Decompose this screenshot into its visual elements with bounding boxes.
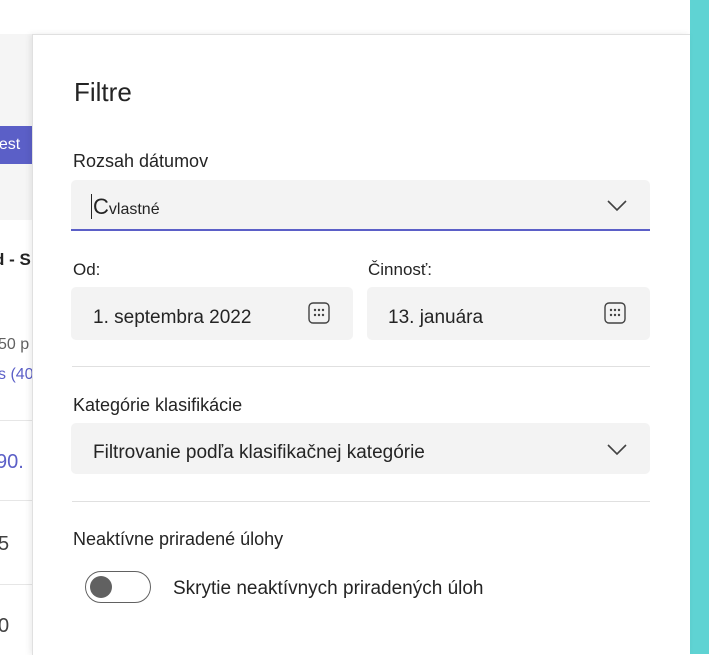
background-card: 0 — [0, 584, 32, 654]
background-card-text: 50 p — [0, 336, 30, 353]
divider — [72, 501, 650, 502]
from-date-picker[interactable]: 1. septembra 2022 — [71, 287, 353, 340]
background-card: d - S 50 p s (40 — [0, 220, 32, 420]
calendar-icon[interactable] — [308, 302, 330, 324]
category-placeholder: Filtrovanie podľa klasifikačnej kategóri… — [93, 442, 425, 463]
filters-panel: Filtre Rozsah dátumov Cvlastné Od: Činno… — [32, 34, 690, 655]
teal-side-bar — [690, 0, 709, 654]
background-header — [0, 0, 690, 35]
hide-inactive-toggle[interactable] — [85, 571, 151, 603]
background-content: nest d - S 50 p s (40 90. 5 0 — [0, 34, 32, 654]
date-range-label: Rozsah dátumov — [73, 151, 209, 171]
from-label: Od: — [73, 260, 101, 279]
category-dropdown[interactable]: Filtrovanie podľa klasifikačnej kategóri… — [71, 423, 650, 474]
from-date-value: 1. septembra 2022 — [93, 307, 252, 328]
category-label: Kategórie klasifikácie — [73, 395, 243, 415]
to-date-picker[interactable]: 13. januára — [367, 287, 650, 340]
date-range-value: Cvlastné — [91, 194, 160, 220]
background-button[interactable]: nest — [0, 126, 32, 164]
hide-inactive-toggle-label: Skrytie neaktívnych priradených úloh — [173, 578, 484, 599]
date-range-dropdown[interactable]: Cvlastné — [71, 180, 650, 231]
chevron-down-icon — [607, 200, 627, 212]
text-cursor-char: C — [91, 194, 109, 219]
background-card-link: s (40 — [0, 366, 32, 383]
background-card-value: 90. — [0, 451, 24, 473]
background-card: 90. — [0, 420, 32, 501]
background-card-title: d - S — [0, 250, 31, 269]
to-label: Činnosť: — [368, 260, 433, 279]
background-button-label: nest — [0, 136, 21, 153]
chevron-down-icon — [607, 444, 627, 456]
background-card: 5 — [0, 500, 32, 585]
background-card-value: 5 — [0, 533, 9, 556]
toggle-knob — [90, 576, 112, 598]
inactive-section-label: Neaktívne priradené úlohy — [73, 529, 284, 549]
to-date-value: 13. januára — [388, 307, 484, 328]
background-card-value: 0 — [0, 615, 9, 638]
panel-title: Filtre — [74, 77, 132, 107]
calendar-icon[interactable] — [604, 302, 626, 324]
date-range-value-rest: vlastné — [108, 201, 160, 218]
divider — [72, 366, 650, 367]
